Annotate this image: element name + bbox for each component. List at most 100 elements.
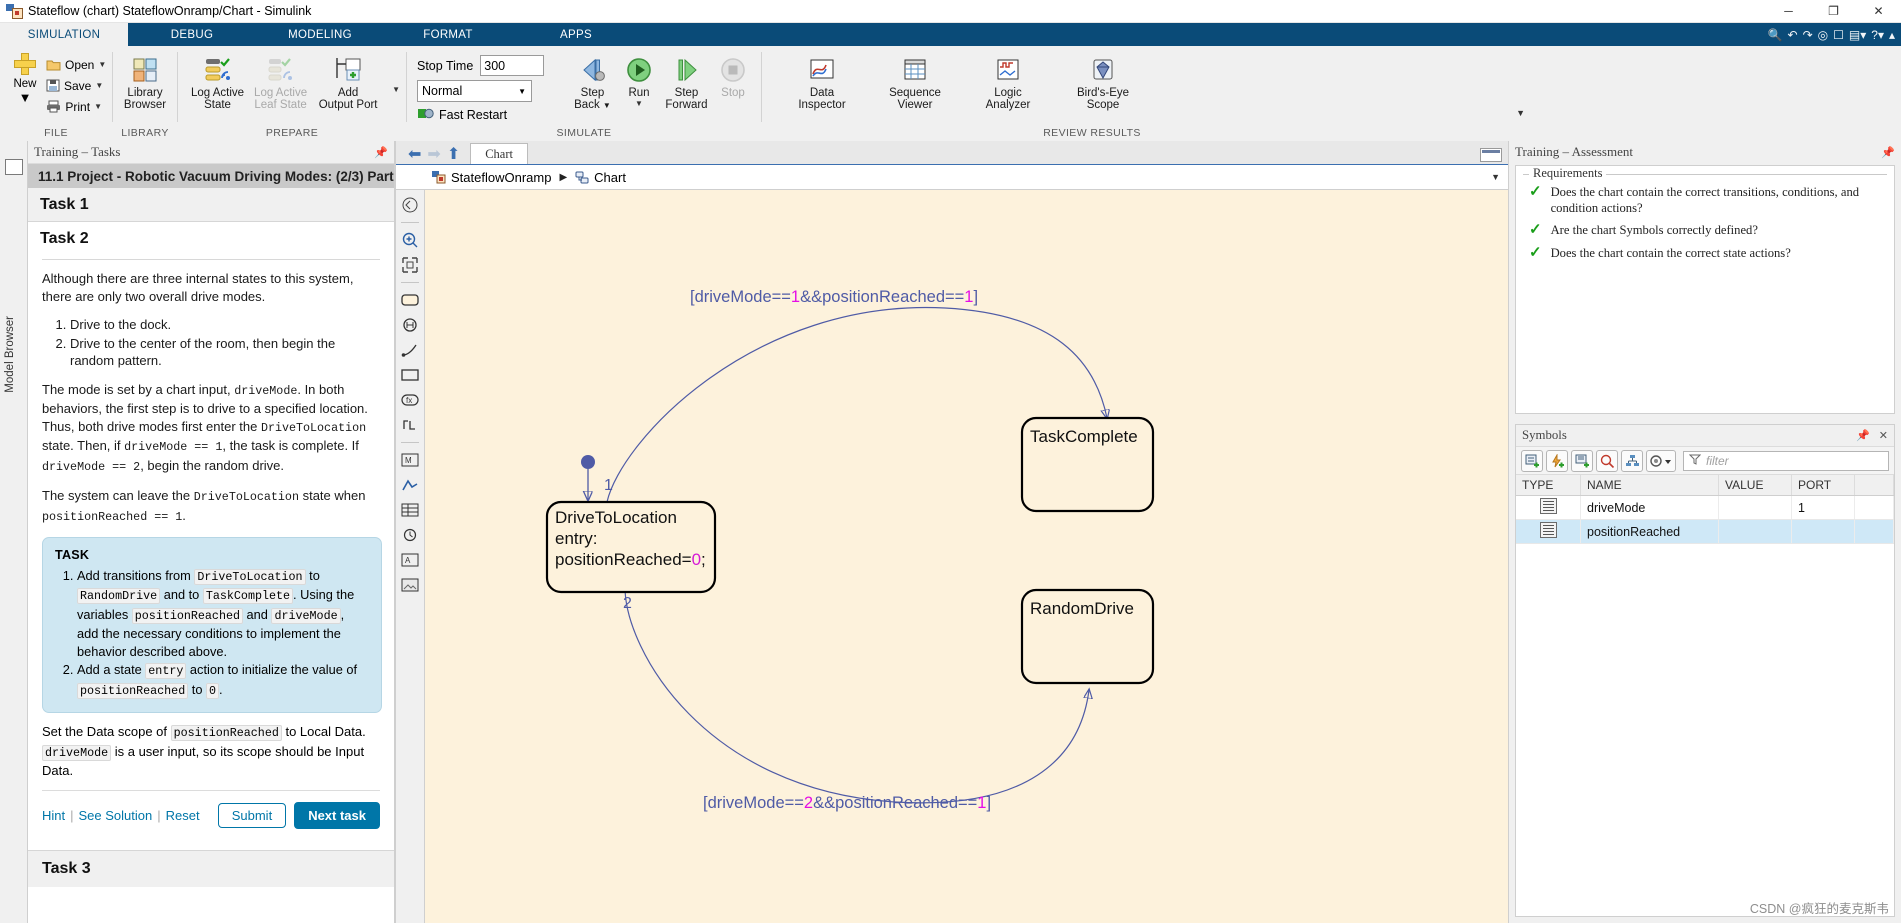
task-3-header[interactable]: Task 3: [28, 849, 394, 887]
add-data-icon[interactable]: [1521, 449, 1543, 472]
col-port[interactable]: PORT: [1791, 475, 1855, 496]
tree-view-icon[interactable]: [1621, 449, 1643, 472]
col-type[interactable]: TYPE: [1516, 475, 1581, 496]
log-active-state-button[interactable]: Log Active State: [190, 51, 245, 111]
step-back-button[interactable]: Step Back ▼: [569, 51, 616, 112]
reset-link[interactable]: Reset: [166, 808, 200, 823]
editor-layout-icon[interactable]: [1480, 148, 1502, 162]
run-button[interactable]: Run ▼: [616, 51, 662, 112]
default-transition-junction[interactable]: [581, 455, 595, 469]
close-button[interactable]: ✕: [1856, 0, 1901, 22]
tab-debug[interactable]: DEBUG: [128, 23, 256, 46]
state-transition-table-icon[interactable]: [399, 524, 421, 546]
chart-canvas[interactable]: 1 2 DriveToLocation entry: positionReach…: [425, 190, 1508, 923]
zoom-icon[interactable]: ◎: [1818, 28, 1828, 42]
box-icon[interactable]: [399, 364, 421, 386]
tab-modeling[interactable]: MODELING: [256, 23, 384, 46]
submit-button[interactable]: Submit: [217, 802, 287, 828]
col-name[interactable]: NAME: [1580, 475, 1719, 496]
task-1-header[interactable]: Task 1: [28, 188, 394, 222]
function-icon[interactable]: fx: [399, 389, 421, 411]
fit-to-view-icon[interactable]: [399, 194, 421, 216]
symbols-filter-input[interactable]: filter: [1683, 450, 1889, 471]
table-row[interactable]: driveMode 1: [1516, 495, 1894, 520]
layout-icon[interactable]: ▤▾: [1849, 28, 1866, 42]
symbol-name-cell[interactable]: positionReached: [1580, 519, 1719, 544]
minimize-button[interactable]: ─: [1766, 0, 1811, 22]
chevron-down-icon[interactable]: ▼: [635, 100, 643, 108]
stop-time-input[interactable]: [480, 55, 545, 76]
fit-to-screen-icon[interactable]: [399, 254, 421, 276]
chevron-down-icon[interactable]: ▼: [19, 90, 32, 105]
transition-to-randomdrive[interactable]: [624, 586, 1089, 804]
chevron-down-icon[interactable]: ▼: [603, 101, 611, 110]
breadcrumb-chart[interactable]: Chart: [594, 170, 626, 185]
annotation-icon[interactable]: A: [399, 549, 421, 571]
new-button[interactable]: New ▼: [6, 51, 44, 105]
open-button[interactable]: Open ▼: [44, 54, 106, 75]
library-browser-button[interactable]: Library Browser: [119, 51, 171, 111]
state-icon[interactable]: [399, 289, 421, 311]
forward-icon[interactable]: ➡: [427, 147, 440, 163]
up-icon[interactable]: ⬆: [447, 147, 460, 163]
add-output-port-button[interactable]: Add Output Port: [316, 51, 380, 111]
search-icon[interactable]: 🔍: [1768, 28, 1783, 42]
breadcrumb-model[interactable]: StateflowOnramp: [451, 170, 551, 185]
state-randomdrive[interactable]: RandomDrive: [1020, 588, 1155, 685]
table-row[interactable]: positionReached: [1516, 519, 1894, 544]
symbol-value-cell[interactable]: [1718, 519, 1792, 544]
chevron-down-icon[interactable]: ▼: [1491, 172, 1500, 182]
pin-icon[interactable]: 📌: [1856, 429, 1870, 442]
image-icon[interactable]: [399, 574, 421, 596]
transition-icon[interactable]: [399, 339, 421, 361]
condition-label-top[interactable]: [driveMode==1&&positionReached==1]: [690, 288, 978, 306]
redo-icon[interactable]: ↷: [1803, 28, 1813, 42]
logic-analyzer-button[interactable]: Logic Analyzer: [978, 51, 1038, 111]
task-2-header[interactable]: Task 2: [28, 222, 394, 255]
pin-icon[interactable]: 📌: [374, 146, 388, 159]
zoom-in-icon[interactable]: [399, 229, 421, 251]
help-icon[interactable]: ?▾: [1871, 28, 1884, 42]
maximize-button[interactable]: ❐: [1811, 0, 1856, 22]
save-button[interactable]: Save ▼: [44, 75, 106, 96]
simulation-mode-select[interactable]: Normal ▼: [417, 80, 532, 102]
prepare-expand-icon[interactable]: ▼: [388, 85, 400, 94]
matlab-function-icon[interactable]: M: [399, 449, 421, 471]
sequence-viewer-button[interactable]: Sequence Viewer: [882, 51, 948, 111]
print-button[interactable]: Print ▼: [44, 96, 106, 117]
back-icon[interactable]: ⬅: [408, 147, 421, 163]
chevron-down-icon[interactable]: ▼: [94, 102, 106, 111]
close-icon[interactable]: ✕: [1879, 429, 1888, 442]
truth-table-icon[interactable]: [399, 499, 421, 521]
col-value[interactable]: VALUE: [1718, 475, 1792, 496]
chevron-down-icon[interactable]: ▼: [98, 60, 110, 69]
birds-eye-scope-button[interactable]: Bird's-Eye Scope: [1068, 51, 1138, 111]
see-solution-link[interactable]: See Solution: [79, 808, 153, 823]
settings-icon[interactable]: [1646, 449, 1676, 472]
simulink-function-icon[interactable]: [399, 474, 421, 496]
next-task-button[interactable]: Next task: [294, 801, 380, 829]
undo-icon[interactable]: ↶: [1788, 28, 1798, 42]
model-browser-strip[interactable]: Model Browser: [0, 141, 28, 923]
state-drivetolocation[interactable]: DriveToLocation entry: positionReached=0…: [545, 500, 717, 594]
collapse-ribbon-icon[interactable]: ▴: [1889, 28, 1895, 42]
ribbon-overflow-icon[interactable]: ▼: [1516, 108, 1525, 118]
step-forward-button[interactable]: Step Forward: [662, 51, 711, 112]
comment-icon[interactable]: ☐: [1833, 28, 1844, 42]
tab-format[interactable]: FORMAT: [384, 23, 512, 46]
tab-simulation[interactable]: SIMULATION: [0, 23, 128, 46]
symbol-value-cell[interactable]: [1718, 495, 1792, 520]
chevron-down-icon[interactable]: ▼: [95, 81, 107, 90]
resolve-undefined-icon[interactable]: [1596, 449, 1618, 472]
add-event-icon[interactable]: [1546, 449, 1568, 472]
symbol-port-cell[interactable]: [1791, 519, 1855, 544]
hint-link[interactable]: Hint: [42, 808, 65, 823]
tab-apps[interactable]: APPS: [512, 23, 640, 46]
fast-restart-toggle[interactable]: Fast Restart: [417, 107, 563, 123]
symbol-name-cell[interactable]: driveMode: [1580, 495, 1719, 520]
data-inspector-button[interactable]: Data Inspector: [792, 51, 852, 111]
tab-chart[interactable]: Chart: [470, 143, 528, 164]
pin-icon[interactable]: 📌: [1881, 146, 1895, 159]
add-message-icon[interactable]: [1571, 449, 1593, 472]
symbol-port-cell[interactable]: 1: [1791, 495, 1855, 520]
